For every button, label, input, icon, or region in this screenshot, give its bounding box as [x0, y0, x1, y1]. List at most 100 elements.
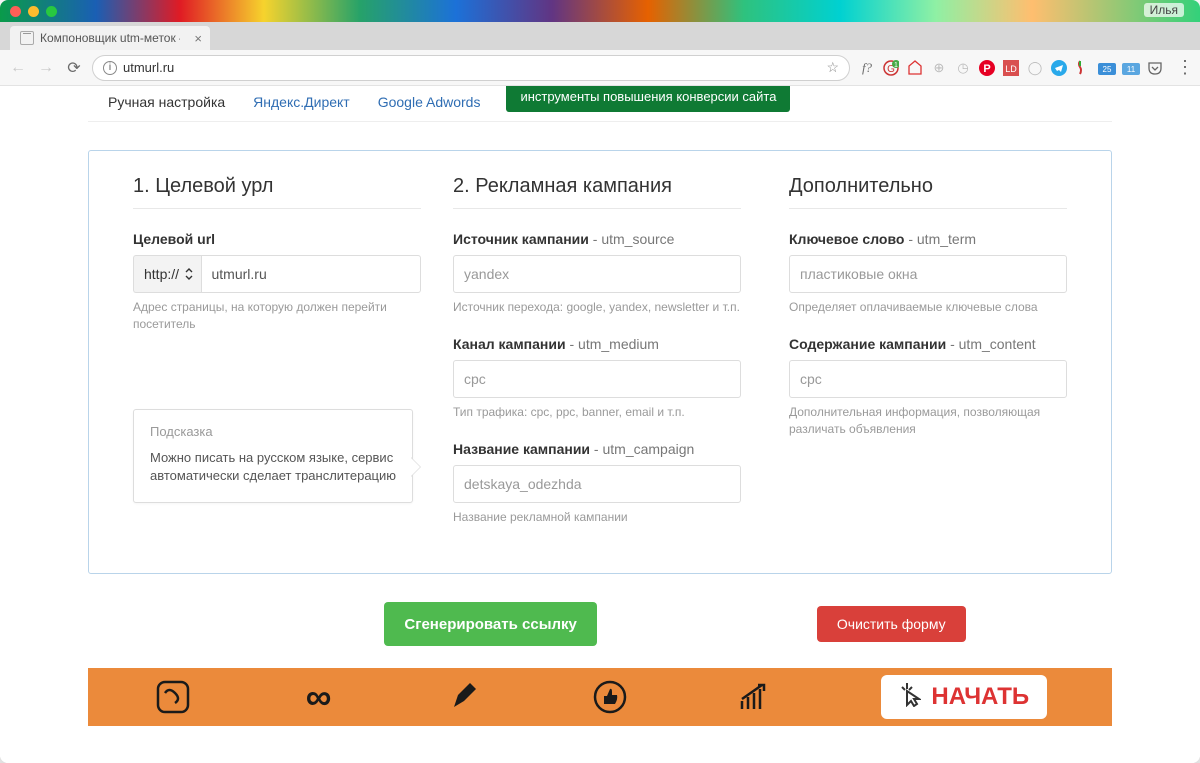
telegram-icon[interactable] [1050, 59, 1068, 77]
infinity-icon: ∞ [299, 677, 339, 717]
tab-manual[interactable]: Ручная настройка [94, 88, 239, 121]
extension-icon[interactable]: 11 [1122, 59, 1140, 77]
section-title-2: 2. Рекламная кампания [453, 175, 741, 209]
svg-text:11: 11 [1127, 65, 1136, 74]
section-title-1: 1. Целевой урл [133, 175, 421, 209]
site-info-icon[interactable]: i [103, 61, 117, 75]
utm-term-input[interactable] [789, 255, 1067, 293]
window-minimize-button[interactable] [28, 6, 39, 17]
svg-text:25: 25 [1103, 65, 1112, 74]
extension-icon[interactable]: f? [858, 59, 876, 77]
promo-banner[interactable]: ∞ НАЧАТЬ [88, 668, 1112, 726]
field-utm-source: Источник кампании - utm_source Источник … [453, 231, 741, 316]
content-param: - utm_content [946, 336, 1036, 352]
content-hint: Дополнительная информация, позволяющая р… [789, 404, 1067, 438]
banner-start-label: НАЧАТЬ [931, 683, 1029, 711]
clear-form-button[interactable]: Очистить форму [817, 606, 966, 642]
extension-icon[interactable]: ◯ [1026, 59, 1044, 77]
term-label: Ключевое слово [789, 231, 904, 247]
translit-tooltip: Подсказка Можно писать на русском языке,… [133, 409, 413, 504]
extension-icon[interactable]: ◷ [954, 59, 972, 77]
browser-toolbar: ← → ⟳ i utmurl.ru ☆ f? G1 ⊕ ◷ P LD ◯ 25 … [0, 50, 1200, 86]
column-campaign: 2. Рекламная кампания Источник кампании … [437, 175, 757, 545]
extension-icon[interactable] [1074, 59, 1092, 77]
banner-square-icon [153, 677, 193, 717]
address-bar[interactable]: i utmurl.ru ☆ [92, 55, 850, 81]
mode-tabs: Ручная настройка Яндекс.Директ Google Ad… [94, 88, 1112, 121]
extension-icon[interactable]: G1 [882, 59, 900, 77]
browser-tab[interactable]: Компоновщик utm-меток — г × [10, 26, 210, 50]
campaign-hint: Название рекламной кампании [453, 509, 741, 526]
tab-title: Компоновщик utm-меток — г [40, 31, 180, 45]
conversion-tools-button[interactable]: инструменты повышения конверсии сайта [506, 86, 790, 112]
form-actions: Сгенерировать ссылку Очистить форму [88, 602, 1112, 646]
page-viewport: Ручная настройка Яндекс.Директ Google Ad… [0, 86, 1200, 763]
thumbs-up-icon [590, 677, 630, 717]
pinterest-icon[interactable]: P [978, 59, 996, 77]
source-param: - utm_source [589, 231, 675, 247]
profile-name[interactable]: Илья [1144, 3, 1184, 17]
campaign-label: Название кампании [453, 441, 590, 457]
medium-param: - utm_medium [566, 336, 659, 352]
medium-hint: Тип трафика: cpc, ppc, banner, email и т… [453, 404, 741, 421]
extension-icon[interactable]: LD [1002, 59, 1020, 77]
reload-button[interactable]: ⟳ [64, 58, 84, 78]
utm-medium-input[interactable] [453, 360, 741, 398]
banner-start-button[interactable]: НАЧАТЬ [881, 675, 1047, 719]
chevron-updown-icon [185, 267, 193, 281]
traffic-lights [0, 6, 57, 17]
back-button[interactable]: ← [8, 59, 28, 77]
extension-icons: f? G1 ⊕ ◷ P LD ◯ 25 11 [858, 59, 1168, 77]
svg-text:LD: LD [1005, 64, 1017, 74]
macos-titlebar: Илья [0, 0, 1200, 22]
pocket-icon[interactable] [1146, 59, 1164, 77]
medium-label: Канал кампании [453, 336, 566, 352]
tooltip-title: Подсказка [150, 424, 396, 439]
forward-button[interactable]: → [36, 59, 56, 77]
field-utm-campaign: Название кампании - utm_campaign Названи… [453, 441, 741, 526]
window-maximize-button[interactable] [46, 6, 57, 17]
tab-yandex-direct[interactable]: Яндекс.Директ [239, 88, 364, 121]
column-target-url: 1. Целевой урл Целевой url http:// [117, 175, 437, 545]
content-label: Содержание кампании [789, 336, 946, 352]
field-utm-medium: Канал кампании - utm_medium Тип трафика:… [453, 336, 741, 421]
term-param: - utm_term [904, 231, 976, 247]
utm-campaign-input[interactable] [453, 465, 741, 503]
column-additional: Дополнительно Ключевое слово - utm_term … [757, 175, 1083, 545]
utm-form: 1. Целевой урл Целевой url http:// [88, 150, 1112, 574]
extension-icon[interactable]: ⊕ [930, 59, 948, 77]
svg-text:P: P [983, 63, 990, 75]
campaign-param: - utm_campaign [590, 441, 694, 457]
source-hint: Источник перехода: google, yandex, newsl… [453, 299, 741, 316]
utm-source-input[interactable] [453, 255, 741, 293]
cursor-click-icon [899, 681, 921, 713]
extension-icon[interactable]: 25 [1098, 59, 1116, 77]
field-utm-content: Содержание кампании - utm_content Дополн… [789, 336, 1067, 438]
tab-close-icon[interactable]: × [194, 31, 202, 46]
growth-chart-icon [736, 677, 776, 717]
tabs-separator [88, 121, 1112, 122]
term-hint: Определяет оплачиваемые ключевые слова [789, 299, 1067, 316]
field-target-url: Целевой url http:// Адрес страницы, на к… [133, 231, 421, 333]
protocol-value: http:// [144, 266, 179, 282]
window-close-button[interactable] [10, 6, 21, 17]
bookmark-star-icon[interactable]: ☆ [826, 59, 839, 76]
generate-link-button[interactable]: Сгенерировать ссылку [384, 602, 597, 646]
protocol-select[interactable]: http:// [133, 255, 201, 293]
extension-icon[interactable] [906, 59, 924, 77]
target-url-input[interactable] [201, 255, 422, 293]
tooltip-body: Можно писать на русском языке, сервис ав… [150, 449, 396, 487]
target-url-label: Целевой url [133, 231, 215, 247]
section-title-3: Дополнительно [789, 175, 1067, 209]
page-favicon-icon [20, 31, 34, 45]
tab-google-adwords[interactable]: Google Adwords [364, 88, 495, 121]
pencil-icon [444, 677, 484, 717]
svg-text:1: 1 [894, 62, 898, 69]
browser-tabbar: Компоновщик utm-меток — г × [0, 22, 1200, 50]
browser-menu-icon[interactable]: ⋮ [1176, 57, 1192, 78]
field-utm-term: Ключевое слово - utm_term Определяет опл… [789, 231, 1067, 316]
utm-content-input[interactable] [789, 360, 1067, 398]
source-label: Источник кампании [453, 231, 589, 247]
target-url-hint: Адрес страницы, на которую должен перейт… [133, 299, 421, 333]
browser-window: Илья Компоновщик utm-меток — г × ← → ⟳ i… [0, 0, 1200, 763]
